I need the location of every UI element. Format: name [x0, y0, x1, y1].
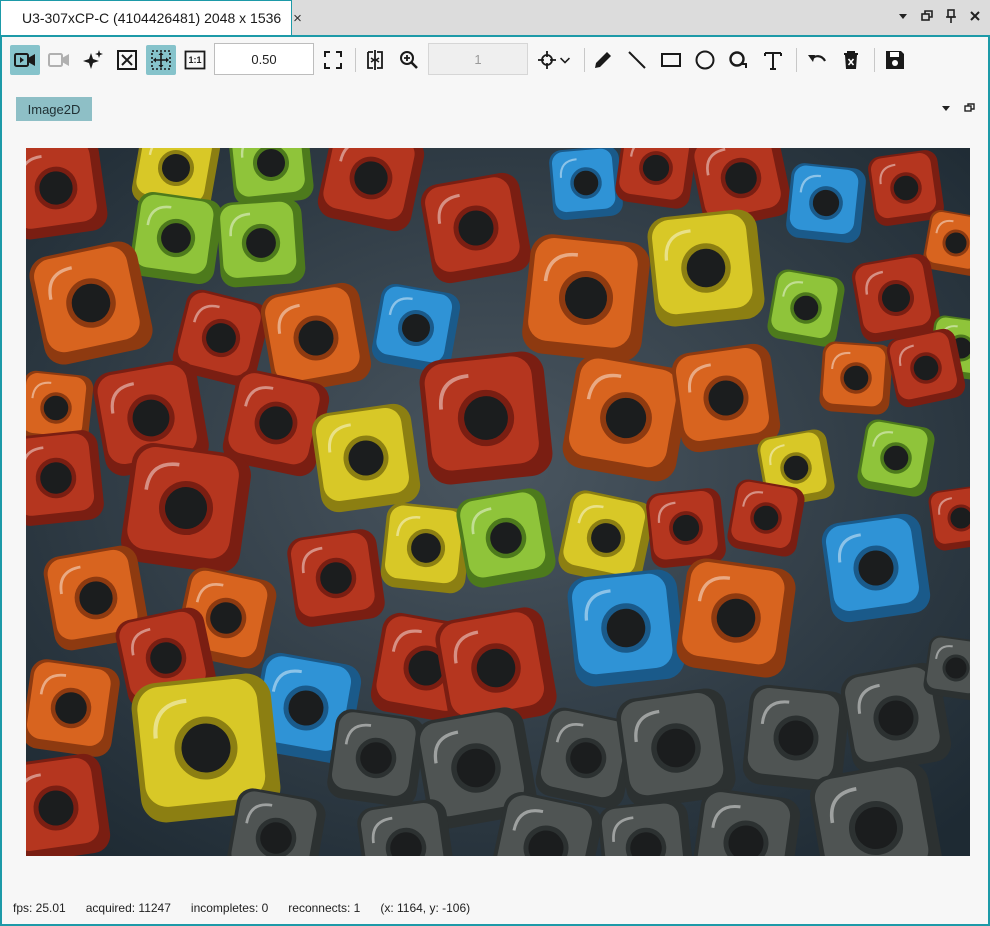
acquired-readout: acquired: 11247 — [85, 901, 171, 915]
circle-icon — [695, 50, 715, 70]
compare-button[interactable] — [360, 45, 390, 75]
panel-restore-icon[interactable] — [964, 101, 976, 119]
cursor-readout: (x: 1164, y: -106) — [380, 901, 471, 915]
crossed-box-icon — [117, 50, 137, 70]
draw-freehand-button[interactable] — [588, 45, 618, 75]
undo-button[interactable] — [802, 45, 832, 75]
move-arrows-icon — [151, 50, 171, 70]
camera-disabled-icon — [48, 53, 69, 67]
draw-circle-button[interactable] — [690, 45, 720, 75]
close-icon[interactable] — [968, 8, 982, 24]
save-button[interactable] — [880, 45, 910, 75]
restore-icon[interactable] — [920, 8, 934, 24]
delete-button[interactable] — [836, 45, 866, 75]
auto-adjust-button[interactable] — [78, 45, 108, 75]
magnifier-shape-icon — [729, 51, 747, 68]
line-icon — [628, 51, 646, 69]
undo-icon — [808, 55, 826, 62]
sparkle-icon — [83, 50, 103, 69]
fit-to-window-button[interactable] — [146, 45, 176, 75]
camera-image — [26, 148, 970, 856]
live-video-button[interactable] — [10, 45, 40, 75]
draw-text-button[interactable] — [758, 45, 788, 75]
reconnects-readout: reconnects: 1 — [288, 901, 361, 915]
compare-icon — [367, 50, 383, 70]
toolbar-separator — [796, 48, 797, 72]
rectangle-icon — [661, 53, 681, 67]
incompletes-readout: incompletes: 0 — [190, 901, 269, 915]
crosshair-dropdown[interactable] — [556, 45, 574, 75]
document-tab[interactable]: U3-307xCP-C (4104426481) 2048 x 1536 × — [0, 0, 302, 35]
close-tab-icon[interactable]: × — [293, 11, 302, 26]
draw-line-button[interactable] — [622, 45, 652, 75]
frame-input[interactable] — [428, 43, 528, 75]
image2d-tab[interactable]: Image2D — [16, 97, 92, 121]
zoom-in-icon — [400, 51, 418, 69]
image-viewport[interactable] — [26, 148, 970, 856]
pin-icon[interactable] — [944, 8, 958, 24]
dropdown-icon[interactable] — [896, 8, 910, 24]
actual-size-button[interactable]: 1:1 — [180, 45, 210, 75]
toolbar-separator — [355, 48, 356, 72]
fps-readout: fps: 25.01 — [13, 901, 66, 915]
zoom-input[interactable] — [214, 43, 314, 75]
document-tab-title: U3-307xCP-C (4104426481) 2048 x 1536 — [22, 10, 282, 26]
viewer-panel: 1:1 0.50 1 Image2D fps: 25.01 acquired: … — [0, 35, 990, 926]
fit-crosshair-button[interactable] — [112, 45, 142, 75]
zoom-button[interactable] — [394, 45, 424, 75]
toolbar-separator — [584, 48, 585, 72]
save-icon — [886, 51, 904, 69]
crosshair-icon — [538, 51, 556, 69]
video-play-icon — [14, 53, 35, 67]
fullscreen-button[interactable] — [318, 45, 348, 75]
pencil-icon — [595, 52, 611, 68]
snapshot-camera-button[interactable] — [44, 45, 74, 75]
fullscreen-icon — [324, 51, 342, 69]
draw-rectangle-button[interactable] — [656, 45, 686, 75]
document-tab-bar: U3-307xCP-C (4104426481) 2048 x 1536 × — [0, 0, 990, 35]
toolbar-separator — [874, 48, 875, 72]
actual-size-label: 1:1 — [188, 55, 202, 65]
toolbar: 1:1 — [10, 43, 980, 77]
trash-icon — [844, 51, 858, 69]
draw-magnifier-button[interactable] — [724, 45, 754, 75]
status-bar: fps: 25.01 acquired: 11247 incompletes: … — [13, 901, 470, 915]
chevron-down-icon — [560, 57, 570, 64]
text-icon — [764, 52, 782, 70]
panel-dropdown-icon[interactable] — [940, 101, 952, 119]
